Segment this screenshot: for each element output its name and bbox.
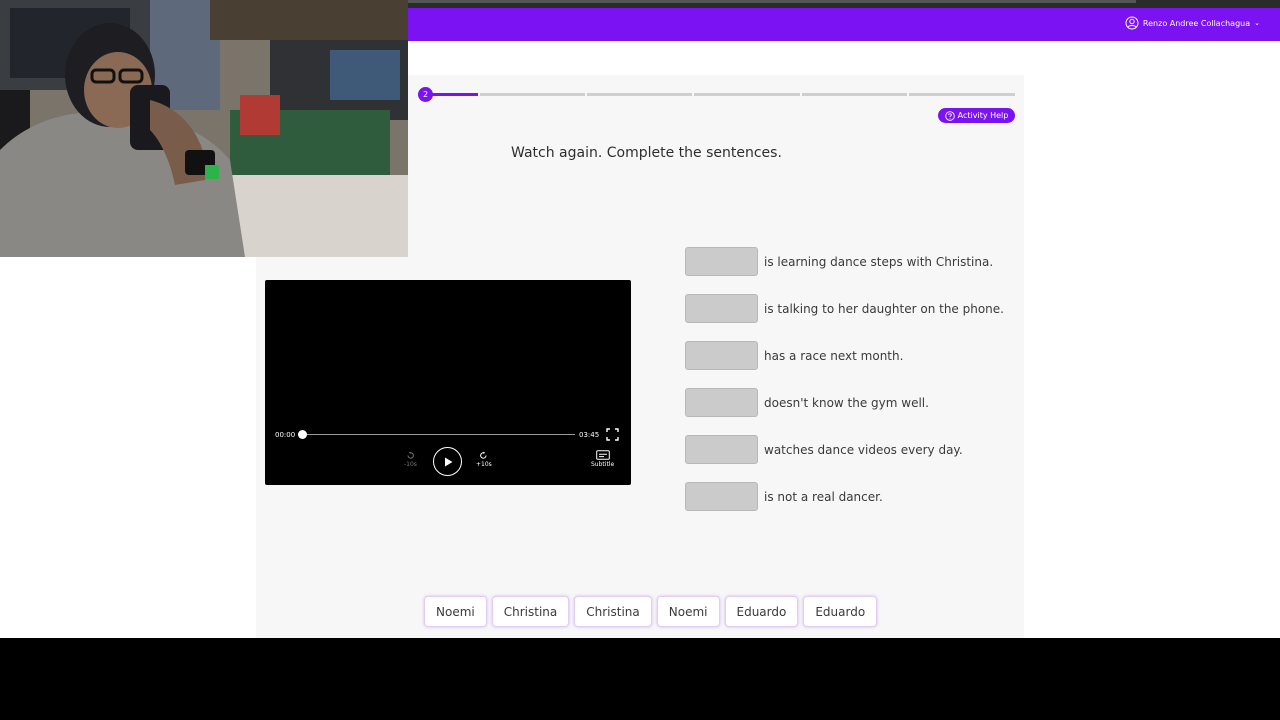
sentence-text: is not a real dancer.	[764, 489, 883, 504]
subtitle-icon	[595, 450, 610, 460]
answer-drop-zone[interactable]	[685, 388, 758, 417]
word-chip[interactable]: Christina	[491, 596, 570, 627]
sentence-text: has a race next month.	[764, 348, 904, 363]
sentence-text: is talking to her daughter on the phone.	[764, 301, 1004, 316]
progress-bar: 2	[418, 86, 1015, 104]
chevron-down-icon: ⌄	[1254, 19, 1260, 27]
answer-drop-zone[interactable]	[685, 341, 758, 370]
word-chip[interactable]: Eduardo	[724, 596, 799, 627]
rewind-label: -10s	[404, 461, 417, 468]
subtitle-label: Subtitle	[591, 461, 615, 468]
sentence-row: is learning dance steps with Christina.	[685, 247, 993, 276]
webcam-feed-image	[0, 0, 408, 257]
sentence-text: is learning dance steps with Christina.	[764, 254, 994, 269]
seek-bar[interactable]	[303, 434, 575, 435]
progress-segment	[587, 93, 692, 96]
current-time: 00:00	[275, 431, 296, 439]
sentence-row: is talking to her daughter on the phone.	[685, 294, 1004, 323]
browser-top-accent	[408, 0, 1136, 3]
user-menu[interactable]: Renzo Andree Collachagua ⌄	[1125, 16, 1260, 30]
top-bar: Renzo Andree Collachagua ⌄	[408, 8, 1280, 41]
word-chip[interactable]: Eduardo	[803, 596, 878, 627]
instruction-text: Watch again. Complete the sentences.	[511, 145, 782, 161]
word-chip[interactable]: Noemi	[424, 596, 487, 627]
seek-handle[interactable]	[298, 430, 307, 439]
sentence-row: has a race next month.	[685, 341, 903, 370]
answer-drop-zone[interactable]	[685, 482, 758, 511]
fullscreen-icon[interactable]	[606, 428, 619, 441]
sentence-row: doesn't know the gym well.	[685, 388, 929, 417]
current-step-badge: 2	[418, 87, 433, 102]
play-icon	[444, 457, 452, 466]
forward-10-button[interactable]: +10s	[476, 451, 492, 468]
rewind-icon	[407, 451, 414, 459]
sentence-row: is not a real dancer.	[685, 482, 883, 511]
play-button[interactable]	[433, 447, 462, 476]
video-player[interactable]: 00:00 03:45 -10s +10s Subtitle	[265, 280, 631, 485]
word-chip[interactable]: Christina	[574, 596, 652, 627]
subtitle-button[interactable]: Subtitle	[591, 450, 614, 468]
screen: Renzo Andree Collachagua ⌄ 2 Activity He…	[0, 0, 1280, 720]
word-bank: Noemi Christina Christina Noemi Eduardo …	[424, 596, 878, 627]
progress-segment	[802, 93, 907, 96]
sentence-text: doesn't know the gym well.	[764, 395, 929, 410]
progress-segment	[480, 93, 585, 96]
progress-segment	[694, 93, 800, 96]
user-name: Renzo Andree Collachagua	[1142, 18, 1251, 28]
rewind-10-button[interactable]: -10s	[404, 451, 417, 468]
sentence-text: watches dance videos every day.	[764, 442, 963, 457]
forward-icon	[480, 451, 487, 459]
progress-segment-active	[426, 93, 478, 96]
answer-drop-zone[interactable]	[685, 435, 758, 464]
answer-drop-zone[interactable]	[685, 247, 758, 276]
sentence-row: watches dance videos every day.	[685, 435, 963, 464]
user-circle-icon	[1125, 16, 1139, 30]
activity-help-label: Activity Help	[957, 111, 1009, 120]
question-circle-icon	[944, 110, 955, 121]
word-chip[interactable]: Noemi	[656, 596, 720, 627]
duration: 03:45	[579, 431, 600, 439]
answer-drop-zone[interactable]	[685, 294, 758, 323]
progress-segment	[909, 93, 1015, 96]
forward-label: +10s	[476, 461, 492, 468]
activity-help-button[interactable]: Activity Help	[938, 108, 1015, 123]
webcam-overlay	[0, 0, 408, 257]
